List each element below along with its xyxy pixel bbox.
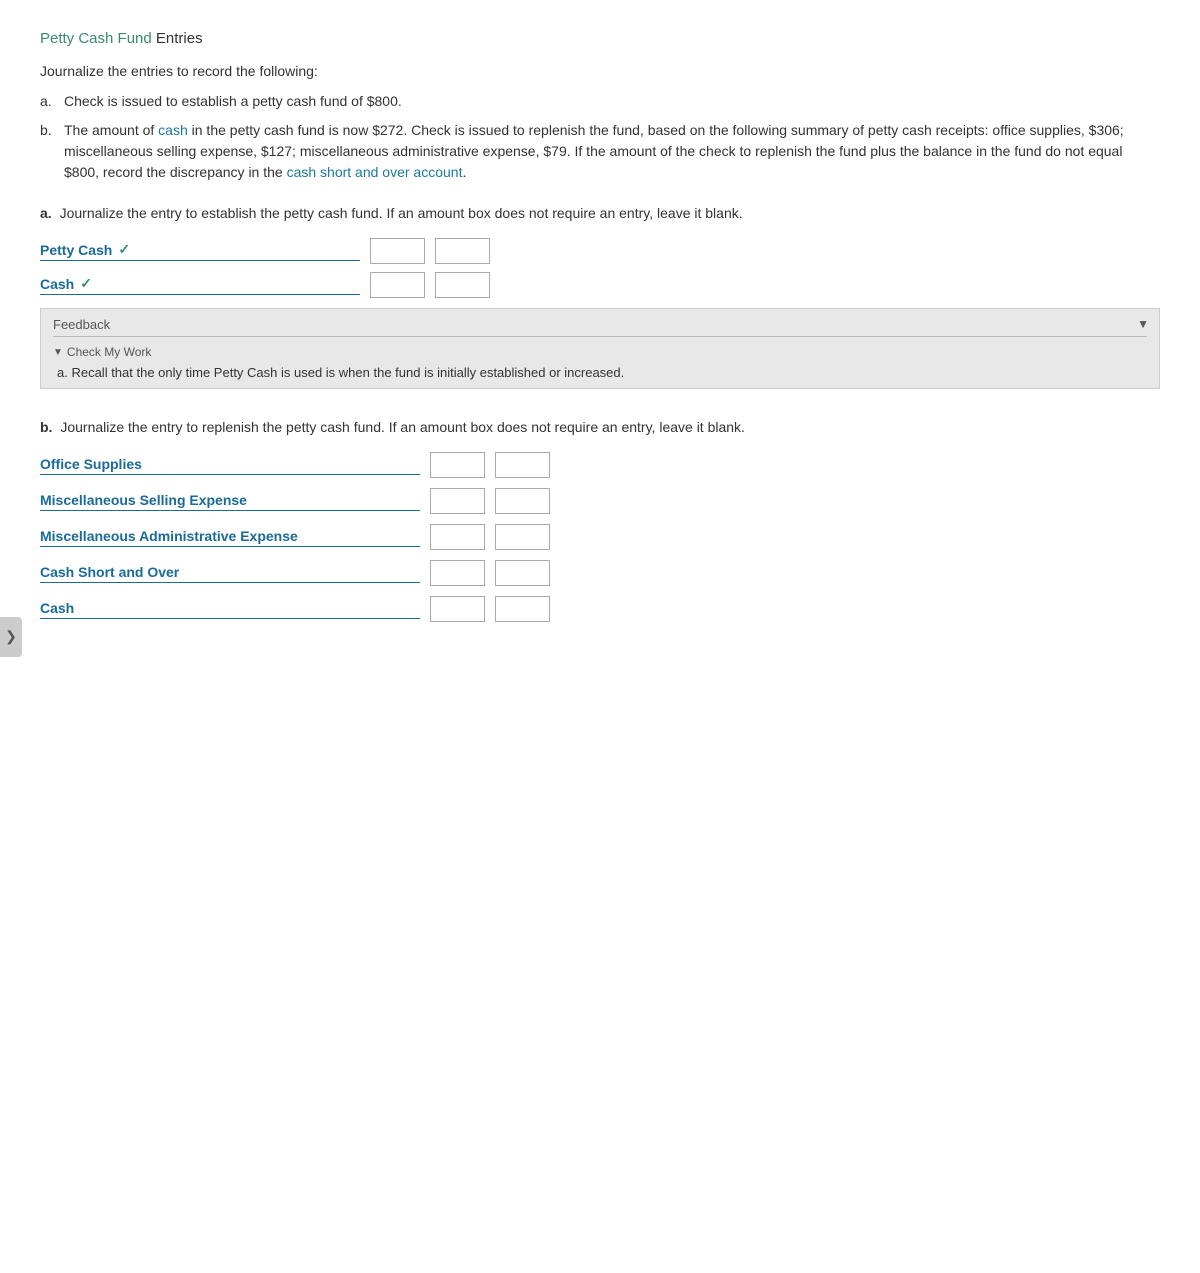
account-cash-a-label: Cash bbox=[40, 276, 74, 292]
misc-admin-debit[interactable] bbox=[430, 524, 485, 550]
petty-cash-checkmark: ✓ bbox=[118, 241, 130, 258]
problem-a-label: a. bbox=[40, 91, 60, 112]
cash-short-over-credit[interactable] bbox=[495, 560, 550, 586]
section-b-journal: Office Supplies Miscellaneous Selling Ex… bbox=[40, 452, 1160, 622]
account-petty-cash[interactable]: Petty Cash ✓ bbox=[40, 241, 360, 261]
cash-b-debit[interactable] bbox=[430, 596, 485, 622]
page-title: Petty Cash Fund Entries bbox=[40, 30, 1160, 47]
section-b: b. Journalize the entry to replenish the… bbox=[40, 417, 1160, 622]
section-a-journal: Petty Cash ✓ Cash ✓ bbox=[40, 238, 1160, 298]
misc-selling-credit[interactable] bbox=[495, 488, 550, 514]
table-row: Petty Cash ✓ bbox=[40, 238, 1160, 264]
table-row: Miscellaneous Selling Expense bbox=[40, 488, 1160, 514]
misc-admin-credit[interactable] bbox=[495, 524, 550, 550]
cash-a-checkmark: ✓ bbox=[80, 275, 92, 292]
problem-b-body: The amount of cash in the petty cash fun… bbox=[64, 120, 1160, 183]
check-my-work-triangle: ▼ bbox=[53, 347, 63, 358]
petty-cash-debit[interactable] bbox=[370, 238, 425, 264]
section-b-instruction: b. Journalize the entry to replenish the… bbox=[40, 417, 1160, 438]
account-petty-cash-label: Petty Cash bbox=[40, 242, 112, 258]
account-cash-short-over[interactable]: Cash Short and Over bbox=[40, 564, 420, 583]
account-office-supplies[interactable]: Office Supplies bbox=[40, 456, 420, 475]
check-my-work-label: Check My Work bbox=[67, 345, 151, 359]
cash-highlight: cash bbox=[158, 122, 188, 138]
feedback-box: Feedback ▼ ▼ Check My Work a. Recall tha… bbox=[40, 308, 1160, 389]
problem-item-b: b. The amount of cash in the petty cash … bbox=[40, 120, 1160, 183]
table-row: Miscellaneous Administrative Expense bbox=[40, 524, 1160, 550]
cash-short-over-link[interactable]: cash short and over account bbox=[287, 164, 463, 180]
section-a-instruction: a. Journalize the entry to establish the… bbox=[40, 203, 1160, 224]
account-cash-a[interactable]: Cash ✓ bbox=[40, 275, 360, 295]
problem-item-a: a. Check is issued to establish a petty … bbox=[40, 91, 1160, 112]
cash-a-debit[interactable] bbox=[370, 272, 425, 298]
feedback-label: Feedback bbox=[53, 317, 1147, 332]
table-row: Cash bbox=[40, 596, 1160, 622]
account-misc-admin[interactable]: Miscellaneous Administrative Expense bbox=[40, 528, 420, 547]
cash-b-credit[interactable] bbox=[495, 596, 550, 622]
problem-a-text: Check is issued to establish a petty cas… bbox=[64, 91, 402, 112]
cash-short-over-debit[interactable] bbox=[430, 560, 485, 586]
misc-selling-debit[interactable] bbox=[430, 488, 485, 514]
section-a-label: a. bbox=[40, 205, 52, 221]
section-a: a. Journalize the entry to establish the… bbox=[40, 203, 1160, 389]
account-cash-b[interactable]: Cash bbox=[40, 600, 420, 619]
table-row: Cash Short and Over bbox=[40, 560, 1160, 586]
office-supplies-credit[interactable] bbox=[495, 452, 550, 478]
sidebar-arrow[interactable]: ❯ bbox=[0, 617, 22, 657]
title-highlight: Petty Cash Fund bbox=[40, 30, 152, 47]
intro-text: Journalize the entries to record the fol… bbox=[40, 63, 1160, 79]
problem-list: a. Check is issued to establish a petty … bbox=[40, 91, 1160, 183]
feedback-dropdown-icon[interactable]: ▼ bbox=[1137, 317, 1149, 331]
petty-cash-credit[interactable] bbox=[435, 238, 490, 264]
account-misc-selling[interactable]: Miscellaneous Selling Expense bbox=[40, 492, 420, 511]
problem-b-label: b. bbox=[40, 120, 60, 183]
table-row: Office Supplies bbox=[40, 452, 1160, 478]
section-b-label: b. bbox=[40, 419, 52, 435]
table-row: Cash ✓ bbox=[40, 272, 1160, 298]
feedback-content: a. Recall that the only time Petty Cash … bbox=[53, 365, 1147, 380]
cash-a-credit[interactable] bbox=[435, 272, 490, 298]
office-supplies-debit[interactable] bbox=[430, 452, 485, 478]
check-my-work[interactable]: ▼ Check My Work bbox=[53, 345, 1147, 359]
